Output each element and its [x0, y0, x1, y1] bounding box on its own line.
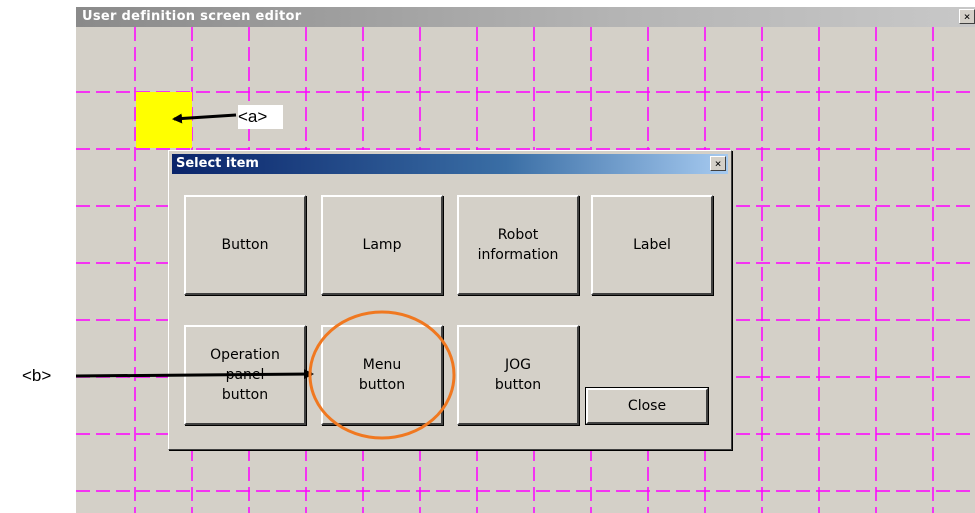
annotation-a-label: <a>: [238, 105, 284, 129]
close-button[interactable]: Close: [585, 387, 709, 425]
jog-button-item-button[interactable]: JOG button: [457, 325, 579, 425]
button-item-button[interactable]: Button: [184, 195, 306, 295]
dialog-titlebar[interactable]: Select item: [172, 154, 728, 174]
lamp-item-button[interactable]: Lamp: [321, 195, 443, 295]
close-icon[interactable]: ×: [959, 9, 975, 24]
menu-button-item-button[interactable]: Menu button: [321, 325, 443, 425]
operation-panel-button-item-button[interactable]: Operation panel button: [184, 325, 306, 425]
dialog-close-icon[interactable]: ×: [710, 156, 726, 171]
robot-information-item-button[interactable]: Robot information: [457, 195, 579, 295]
editor-titlebar[interactable]: User definition screen editor: [76, 7, 975, 27]
editor-title: User definition screen editor: [82, 9, 302, 24]
annotation-b-label: <b>: [22, 366, 52, 385]
label-item-button[interactable]: Label: [591, 195, 713, 295]
dialog-title: Select item: [176, 156, 259, 171]
select-item-dialog: Select item × Button Lamp Robot informat…: [168, 150, 732, 450]
selected-grid-cell[interactable]: [136, 92, 192, 148]
